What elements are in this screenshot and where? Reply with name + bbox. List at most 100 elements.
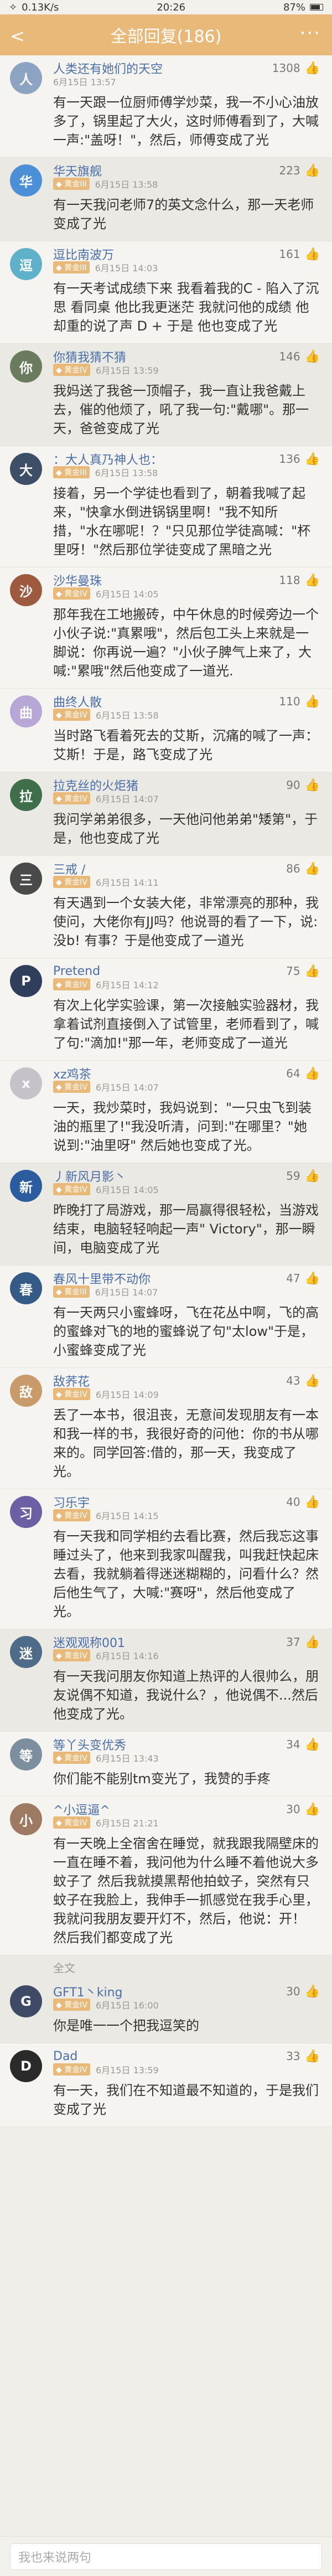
post-date: 6月15日 13:57	[53, 77, 116, 87]
reply-item[interactable]: 习习乐宇 40 👍 ◆ 黄金IV 6月15日 14:15 有一天我和同学相约去看比赛，然后…	[0, 1489, 332, 1629]
post-date: 6月15日 14:07	[95, 1287, 158, 1298]
post-date: 6月15日 14:03	[95, 263, 158, 273]
section-tag[interactable]: 全文	[0, 1955, 332, 1979]
reply-text: 当时路飞看着死去的艾斯，沉痛的喊了一声：艾斯！于是，路飞变成了光	[53, 728, 319, 762]
like-button[interactable]: 223 👍	[279, 164, 320, 178]
like-button[interactable]: 37 👍	[286, 1635, 320, 1649]
like-count: 40	[286, 1495, 300, 1509]
reply-item[interactable]: G GFT1丶king 30 👍 ◆ 黄金IV 6月15日 16:00 你是唯一一个把我逗笑…	[0, 1979, 332, 2043]
thumb-up-icon: 👍	[304, 163, 320, 178]
like-count: 37	[286, 1635, 300, 1649]
reply-item[interactable]: 春春风十里带不动你 47 👍 ◆ 黄金III 6月15日 14:07 有一天两只小蜜蜂呀，…	[0, 1266, 332, 1368]
like-button[interactable]: 64 👍	[286, 1067, 320, 1081]
level-badge: ◆ 黄金IV	[53, 709, 90, 721]
level-badge: ◆ 黄金IV	[53, 792, 90, 804]
like-button[interactable]: 34 👍	[286, 1738, 320, 1752]
reply-item[interactable]: 新丿新风月影丶 59 👍 ◆ 黄金IV 6月15日 14:05 昨晚打了局游戏，那一局赢得…	[0, 1163, 332, 1266]
level-badge: ◆ 黄金IV	[53, 364, 90, 376]
thumb-up-icon: 👍	[304, 61, 320, 75]
reply-item[interactable]: 逗逗比南波万 161 👍 ◆ 黄金III 6月15日 14:03 有一天考试成绩下来 我看…	[0, 241, 332, 344]
post-date: 6月15日 21:21	[95, 1818, 159, 1829]
like-button[interactable]: 1308 👍	[272, 61, 320, 75]
like-button[interactable]: 118 👍	[279, 574, 320, 587]
avatar[interactable]: 敌	[10, 1375, 42, 1407]
reply-item[interactable]: 曲曲终人散 110 👍 ◆ 黄金IV 6月15日 13:58 当时路飞看着死去的艾斯，沉痛…	[0, 689, 332, 772]
reply-item[interactable]: 等等丫头变优秀 34 👍 ◆ 黄金IV 6月15日 13:43 你们能不能别tm变光了，我…	[0, 1732, 332, 1797]
user-name[interactable]: xz鸡茶	[53, 1065, 91, 1082]
level-badge: ◆ 黄金IV	[53, 1649, 90, 1661]
user-name[interactable]: 沙华曼珠	[53, 571, 102, 589]
reply-item[interactable]: 你你猜我猜不猜 146 👍 ◆ 黄金IV 6月15日 13:59 我妈送了我爸一顶帽子，我…	[0, 344, 332, 446]
avatar[interactable]: 等	[10, 1738, 42, 1770]
avatar[interactable]: x	[10, 1067, 42, 1099]
reply-text: 有一天两只小蜜蜂呀，飞在花丛中啊，飞的高的蜜蜂对飞的地的蜜蜂说了句"太low"于…	[53, 1305, 319, 1358]
like-button[interactable]: 161 👍	[279, 247, 320, 261]
avatar[interactable]: 沙	[10, 574, 42, 606]
user-name[interactable]: 习乐宇	[53, 1493, 90, 1511]
level-badge: ◆ 黄金IV	[53, 1183, 90, 1195]
post-date: 6月15日 14:07	[95, 794, 159, 804]
user-name[interactable]: Dad	[53, 2050, 77, 2063]
like-button[interactable]: 30 👍	[286, 1985, 320, 1999]
like-button[interactable]: 136 👍	[279, 452, 320, 466]
post-date: 6月15日 13:58	[95, 468, 158, 478]
thumb-up-icon: 👍	[304, 778, 320, 792]
reply-item[interactable]: P Pretend 75 👍 ◆ 黄金IV 6月15日 14:12 有次上化学实验课，第一次…	[0, 958, 332, 1061]
like-button[interactable]: 86 👍	[286, 862, 320, 876]
level-badge: ◆ 黄金IV	[53, 587, 90, 600]
avatar[interactable]: 华	[10, 164, 42, 197]
like-button[interactable]: 30 👍	[286, 1803, 320, 1816]
reply-item[interactable]: D Dad 33 👍 ◆ 黄金IV 6月15日 13:59 有一天，我们在不知道最不知道的，…	[0, 2043, 332, 2127]
avatar[interactable]: 小	[10, 1803, 42, 1835]
like-button[interactable]: 47 👍	[286, 1272, 320, 1286]
reply-item[interactable]: x xz鸡茶 64 👍 ◆ 黄金IV 6月15日 14:07 一天，我炒菜时，我妈说到："一…	[0, 1061, 332, 1163]
avatar[interactable]: 三	[10, 863, 42, 895]
post-date: 6月15日 14:05	[95, 589, 159, 600]
like-button[interactable]: 90 👍	[286, 778, 320, 792]
post-date: 6月15日 16:00	[95, 2000, 159, 2011]
like-button[interactable]: 43 👍	[286, 1374, 320, 1388]
user-name[interactable]: 敌荞花	[53, 1372, 90, 1390]
reply-text: 我问学弟弟很多，一天他问他弟弟"矮第"，于是，他也变成了光	[53, 812, 318, 846]
avatar[interactable]: P	[10, 965, 42, 997]
reply-item[interactable]: 大：大人真乃神人也： 136 👍 ◆ 黄金III 6月15日 13:58 接着，另一个学徒…	[0, 446, 332, 567]
more-icon[interactable]: ···	[300, 22, 321, 44]
avatar[interactable]: 逗	[10, 248, 42, 280]
reply-text: 那年我在工地搬砖，中午休息的时候旁边一个小伙子说:"真累哦"，然后包工头上来就是…	[53, 607, 319, 679]
avatar[interactable]: 春	[10, 1272, 42, 1304]
reply-item[interactable]: 三三戒 / 86 👍 ◆ 黄金IV 6月15日 14:11 有天遇到一个女装大佬，非常漂亮…	[0, 856, 332, 958]
avatar[interactable]: 新	[10, 1170, 42, 1202]
avatar[interactable]: 你	[10, 350, 42, 383]
reply-item[interactable]: 华华天旗舰 223 👍 ◆ 黄金III 6月15日 13:58 有一天我问老师7的英文念什…	[0, 158, 332, 241]
reply-item[interactable]: 敌敌荞花 43 👍 ◆ 黄金IV 6月15日 14:09 丢了一本书，很沮丧，无意间发现朋…	[0, 1368, 332, 1489]
avatar[interactable]: 拉	[10, 779, 42, 811]
avatar[interactable]: 迷	[10, 1636, 42, 1668]
like-button[interactable]: 40 👍	[286, 1495, 320, 1509]
reply-item[interactable]: 小 ^小逗逼^ 30 👍 ◆ 黄金IV 6月15日 21:21 有一天晚上全宿舍在睡觉，就我…	[0, 1797, 332, 1955]
user-name[interactable]: 曲终人散	[53, 693, 102, 710]
like-button[interactable]: 110 👍	[279, 695, 320, 709]
thumb-up-icon: 👍	[304, 1066, 320, 1081]
like-button[interactable]: 59 👍	[286, 1169, 320, 1183]
user-name[interactable]: 三戒 /	[53, 860, 85, 877]
level-badge: ◆ 黄金IV	[53, 876, 90, 888]
avatar[interactable]: 人	[10, 62, 42, 94]
avatar[interactable]: 曲	[10, 695, 42, 727]
avatar[interactable]: D	[10, 2050, 42, 2082]
back-arrow-icon[interactable]: <	[10, 25, 25, 47]
reply-input[interactable]: 我也来说两句	[10, 2543, 322, 2570]
like-button[interactable]: 146 👍	[279, 350, 320, 364]
avatar[interactable]: 大	[10, 453, 42, 485]
like-count: 136	[279, 452, 300, 466]
user-name[interactable]: Pretend	[53, 964, 100, 978]
like-count: 86	[286, 862, 300, 875]
like-button[interactable]: 33 👍	[286, 2050, 320, 2063]
reply-item[interactable]: 拉拉克丝的火炬猪 90 👍 ◆ 黄金IV 6月15日 14:07 我问学弟弟很多，一天他问…	[0, 772, 332, 856]
like-count: 59	[286, 1169, 300, 1183]
avatar[interactable]: G	[10, 1985, 42, 2017]
avatar[interactable]: 习	[10, 1496, 42, 1528]
like-button[interactable]: 75 👍	[286, 964, 320, 978]
reply-item[interactable]: 迷迷观观称001 37 👍 ◆ 黄金IV 6月15日 14:16 有一天我问朋友你知道上热…	[0, 1629, 332, 1732]
reply-item[interactable]: 沙沙华曼珠 118 👍 ◆ 黄金IV 6月15日 14:05 那年我在工地搬砖，中午休息的…	[0, 567, 332, 689]
reply-item[interactable]: 人人类还有她们的天空 1308 👍 6月15日 13:57 有一天跟一位厨师傅学炒菜，我…	[0, 55, 332, 158]
